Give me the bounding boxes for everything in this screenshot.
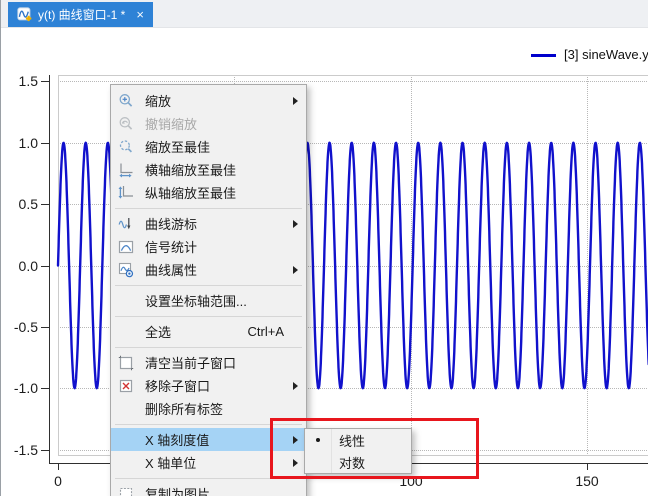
menu-item-label: 复制为图片 [145,487,211,496]
menu-item-zoom-to-fit-x[interactable]: 横轴缩放至最佳 [111,158,306,181]
menu-item-label: X 轴单位 [145,456,197,471]
y-tick-label: -1.0 [13,380,38,396]
tab-bar: y(t) 曲线窗口-1 * × [1,0,648,28]
legend-line-sample [531,53,556,57]
submenu-arrow-icon [293,381,298,390]
x-tick-mark [58,463,59,470]
annotation-rectangle [270,418,479,479]
menu-item-label: 缩放 [145,94,172,109]
zoom-fit-icon [111,139,141,155]
menu-item-label: 曲线属性 [145,263,198,278]
menu-item-curve-cursor[interactable]: 曲线游标 [111,212,306,235]
y-tick-label: 1.0 [18,135,38,151]
legend-entry[interactable]: [3] sineWave.y [531,47,648,62]
menu-shortcut: Ctrl+A [247,324,284,339]
menu-item-copy-as-image[interactable]: 复制为图片 [111,482,306,496]
submenu-arrow-icon [293,96,298,105]
x-tick-label: 150 [575,473,599,489]
menu-separator [111,312,306,320]
x-tick-label: 0 [54,473,62,489]
menu-item-label: 纵轴缩放至最佳 [145,186,237,201]
menu-item-label: 全选 [145,325,172,340]
tab-curve-window-1[interactable]: y(t) 曲线窗口-1 * × [8,2,153,27]
menu-item-zoom-to-fit[interactable]: 缩放至最佳 [111,135,306,158]
y-tick-mark [41,143,49,144]
menu-item-label: X 轴刻度值 [145,433,210,448]
y-axis-line [49,75,50,463]
menu-item-label: 撤销缩放 [145,117,198,132]
menu-item-label: 横轴缩放至最佳 [145,163,237,178]
menu-separator [111,343,306,351]
x-tick-mark [587,463,588,470]
curve-cursor-icon [111,216,141,232]
y-tick-label: 0.0 [18,258,38,274]
zoom-in-icon [111,93,141,109]
submenu-arrow-icon [293,219,298,228]
menu-item-label: 移除子窗口 [145,379,211,394]
menu-item-remove-subwindow[interactable]: 移除子窗口 [111,374,306,397]
zoom-fit-y-icon [111,185,141,201]
y-tick-mark [41,266,49,267]
clear-subwindow-icon [111,355,141,371]
y-tick-mark [41,388,49,389]
copy-image-icon [111,486,141,496]
y-tick-mark [41,81,49,82]
tab-title: y(t) 曲线窗口-1 * [38,8,126,22]
y-tick-label: -1.5 [13,442,38,458]
menu-item-label: 清空当前子窗口 [145,356,237,371]
menu-item-label: 删除所有标签 [145,402,224,417]
menu-item-undo-zoom[interactable]: 撤销缩放 [111,112,306,135]
submenu-arrow-icon [293,265,298,274]
menu-item-set-axis-range[interactable]: 设置坐标轴范围... [111,289,306,312]
menu-item-label: 缩放至最佳 [145,140,211,155]
plot-window: -1.5-1.0-0.50.00.51.01.5050100150 [3] si… [0,0,648,496]
menu-separator [111,281,306,289]
menu-item-label: 设置坐标轴范围... [145,294,247,309]
menu-item-zoom[interactable]: 缩放 [111,89,306,112]
curve-properties-icon [111,262,141,278]
y-tick-mark [41,204,49,205]
signal-stats-icon [111,239,141,255]
menu-item-clear-current-subwindow[interactable]: 清空当前子窗口 [111,351,306,374]
menu-item-curve-properties[interactable]: 曲线属性 [111,258,306,281]
y-tick-label: 0.5 [18,196,38,212]
menu-item-select-all[interactable]: 全选 Ctrl+A [111,320,306,343]
menu-item-label: 信号统计 [145,240,198,255]
y-tick-mark [41,450,49,451]
waveform-plus-icon [17,7,32,22]
y-tick-mark [41,327,49,328]
zoom-fit-x-icon [111,162,141,178]
menu-separator [111,204,306,212]
y-tick-label: -0.5 [13,319,38,335]
menu-item-signal-statistics[interactable]: 信号统计 [111,235,306,258]
legend-label: [3] sineWave.y [564,47,648,62]
y-tick-label: 1.5 [18,73,38,89]
menu-item-zoom-to-fit-y[interactable]: 纵轴缩放至最佳 [111,181,306,204]
menu-item-delete-all-labels[interactable]: 删除所有标签 [111,397,306,420]
menu-item-label: 曲线游标 [145,217,198,232]
close-icon[interactable]: × [136,7,144,22]
undo-zoom-icon [111,116,141,132]
remove-subwindow-icon [111,378,141,394]
